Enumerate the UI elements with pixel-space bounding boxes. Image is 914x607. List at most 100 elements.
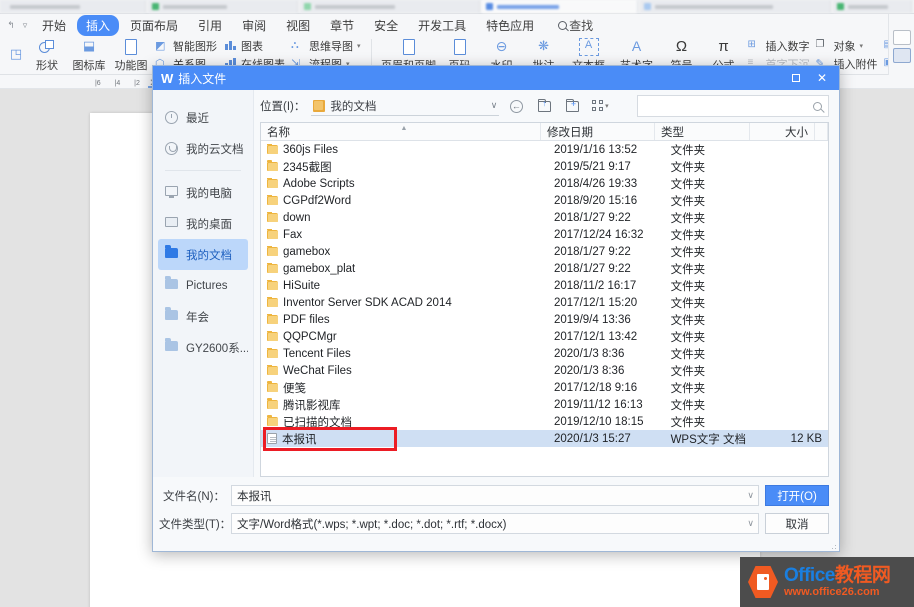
tab-label-blur [10,4,80,9]
ribbon-tab-shenyue[interactable]: 审阅 [233,15,275,36]
resize-grip-icon[interactable] [829,542,836,549]
ribbon-button-shape[interactable]: ◳ [6,36,26,74]
computer-icon [165,185,179,200]
file-name-cell: WeChat Files [261,364,548,377]
ribbon-tab-charu[interactable]: 插入 [77,14,120,36]
filename-combobox[interactable]: 本报讯 ∨ [231,485,759,506]
table-row[interactable]: 已扫描的文档 2019/12/10 18:15 文件夹 [261,413,828,430]
maximize-button[interactable] [783,67,809,89]
table-row[interactable]: HiSuite 2018/11/2 16:17 文件夹 [261,277,828,294]
excel-icon [152,3,160,10]
sidebar-item-5[interactable]: Pictures [158,270,248,301]
ribbon-button-object[interactable]: ❐ 对象 ▾ [813,37,881,55]
find-button[interactable]: 查找 [558,17,593,34]
sidebar-item-7[interactable]: GY2600系... [158,332,248,363]
file-name: QQPCMgr [283,330,337,343]
ribbon-tab-kaifagongju[interactable]: 开发工具 [409,15,475,36]
ribbon-button-function-chart[interactable]: 功能图 [110,36,152,74]
ribbon-button-smart-graphic[interactable]: ◩ 智能图形 [152,37,220,55]
column-header-type[interactable]: 类型 [655,123,751,140]
table-row[interactable]: Inventor Server SDK ACAD 2014 2017/12/1 1… [261,294,828,311]
chevron-down-icon[interactable]: ▾ [605,102,609,110]
chevron-down-icon[interactable]: ∨ [747,490,754,501]
document-tab-active[interactable] [481,0,638,13]
document-tab[interactable] [300,0,480,13]
table-row[interactable]: Adobe Scripts 2018/4/26 19:33 文件夹 [261,175,828,192]
search-input[interactable] [644,100,813,112]
ribbon-label: 形状 [36,59,58,72]
table-row[interactable]: 便笺 2017/12/18 9:16 文件夹 [261,379,828,396]
comment-icon: ❋ [538,37,549,53]
document-tab[interactable] [0,0,147,13]
ribbon-tab-anquan[interactable]: 安全 [365,15,407,36]
symbol-icon: Ω [675,37,688,55]
table-row[interactable]: CGPdf2Word 2018/9/20 15:16 文件夹 [261,192,828,209]
file-name-cell: 360js Files [261,143,548,156]
ribbon-tab-kaishi[interactable]: 开始 [33,15,75,36]
ribbon-tab-yinyong[interactable]: 引用 [189,15,231,36]
ribbon-tab-yemianbuju[interactable]: 页面布局 [121,15,187,36]
back-button[interactable]: ← [505,96,527,116]
sidebar-item-2[interactable]: 我的电脑 [158,177,248,208]
path-combobox[interactable]: 我的文档 ∨ [311,96,500,116]
close-button[interactable]: ✕ [809,67,835,89]
file-list[interactable]: 名称 ▲ 修改日期 类型 大小 360js Files 2019/1/16 13:… [260,122,829,477]
table-row[interactable]: 本报讯 2020/1/3 15:27 WPS文字 文档 12 KB [261,430,828,447]
sidebar-item-0[interactable]: 最近 [158,102,248,133]
sidebar-item-3[interactable]: 我的桌面 [158,208,248,239]
view-mode-button[interactable]: ▾ [589,96,611,116]
file-name-cell: 便笺 [261,380,548,396]
document-tab[interactable] [833,0,912,13]
undo-icon[interactable]: ↰ [4,20,18,31]
ribbon-button-insert-number[interactable]: ⊞ 插入数字 [745,37,813,55]
table-row[interactable]: WeChat Files 2020/1/3 8:36 文件夹 [261,362,828,379]
up-folder-button[interactable] [533,96,555,116]
table-row[interactable]: 360js Files 2019/1/16 13:52 文件夹 [261,141,828,158]
up-folder-icon [537,98,551,112]
filetype-combobox[interactable]: 文字/Word格式(*.wps; *.wpt; *.doc; *.dot; *.… [231,513,759,534]
open-button[interactable]: 打开(O) [765,485,829,506]
table-row[interactable]: QQPCMgr 2017/12/1 13:42 文件夹 [261,328,828,345]
column-header-name[interactable]: 名称 ▲ [261,123,542,140]
dialog-title-bar[interactable]: W 插入文件 ✕ [153,66,839,90]
document-tab[interactable] [639,0,832,13]
ribbon-button-shape[interactable]: 形状 [26,36,68,74]
table-row[interactable]: Tencent Files 2020/1/3 8:36 文件夹 [261,345,828,362]
cancel-button[interactable]: 取消 [765,513,829,534]
chevron-down-icon[interactable]: ▾ [860,42,864,50]
table-row[interactable]: 2345截图 2019/5/21 9:17 文件夹 [261,158,828,175]
web-view-button[interactable] [892,48,911,63]
ribbon-button-icon-library[interactable]: ⬓ 图标库 [68,36,110,74]
chevron-down-icon[interactable]: ▾ [357,42,361,50]
table-row[interactable]: PDF files 2019/9/4 13:36 文件夹 [261,311,828,328]
column-header-date[interactable]: 修改日期 [541,123,656,140]
file-name: gamebox [283,245,331,258]
column-header-size[interactable]: 大小 [750,123,816,140]
table-row[interactable]: 腾讯影视库 2019/11/12 16:13 文件夹 [261,396,828,413]
ribbon-tab-tesheyingyong[interactable]: 特色应用 [477,15,543,36]
new-folder-button[interactable] [561,96,583,116]
file-type-cell: 文件夹 [670,382,706,395]
document-tab[interactable] [148,0,299,13]
chevron-down-icon[interactable]: ∨ [747,518,754,529]
table-row[interactable]: Fax 2017/12/24 16:32 文件夹 [261,226,828,243]
file-type-cell: 文件夹 [670,399,706,412]
ribbon-tab-zhangjie[interactable]: 章节 [321,15,363,36]
sidebar-item-1[interactable]: 我的云文档 [158,133,248,164]
ribbon-button-chart[interactable]: 图表 [220,37,288,55]
ribbon-tab-shitu[interactable]: 视图 [277,15,319,36]
table-row[interactable]: gamebox 2018/1/27 9:22 文件夹 [261,243,828,260]
sidebar-item-label: 年会 [186,311,209,324]
file-list-body[interactable]: 360js Files 2019/1/16 13:52 文件夹 2345截图 2019/… [261,141,828,476]
table-row[interactable]: gamebox_plat 2018/1/27 9:22 文件夹 [261,260,828,277]
quick-access-caret-icon[interactable]: ▿ [18,20,32,31]
ribbon-button-mindmap[interactable]: ⛬ 思维导图 ▾ [288,37,364,55]
search-box[interactable] [637,95,829,117]
table-row[interactable]: down 2018/1/27 9:22 文件夹 [261,209,828,226]
view-grid-icon [592,100,604,112]
sidebar-item-4[interactable]: 我的文档 [158,239,248,270]
chevron-down-icon[interactable]: ∨ [491,100,498,111]
sidebar-item-6[interactable]: 年会 [158,301,248,332]
document-tab-strip[interactable] [0,0,914,14]
page-view-button[interactable] [892,30,911,45]
